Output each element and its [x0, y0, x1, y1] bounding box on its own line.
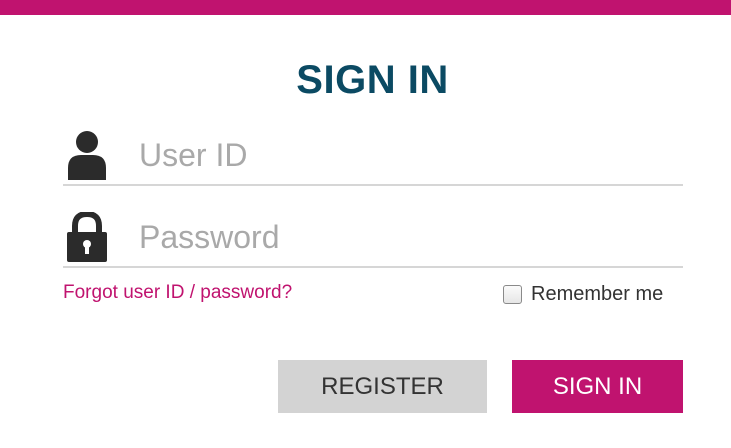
forgot-credentials-link[interactable]: Forgot user ID / password? [63, 281, 292, 305]
sign-in-button[interactable]: SIGN IN [512, 360, 683, 413]
lock-icon [65, 210, 109, 262]
user-id-field [63, 128, 683, 186]
page-title: SIGN IN [296, 58, 449, 102]
password-field [63, 210, 683, 268]
remember-me-toggle[interactable]: Remember me [503, 281, 663, 307]
remember-me-checkbox[interactable] [503, 284, 522, 304]
user-id-input[interactable] [139, 132, 669, 178]
remember-me-label: Remember me [531, 283, 664, 305]
sign-in-page: SIGN IN Forgot user ID / password? Remem… [0, 0, 731, 448]
password-input[interactable] [139, 214, 669, 260]
register-button[interactable]: REGISTER [278, 360, 487, 413]
user-icon [65, 130, 109, 180]
brand-top-bar [0, 0, 731, 15]
